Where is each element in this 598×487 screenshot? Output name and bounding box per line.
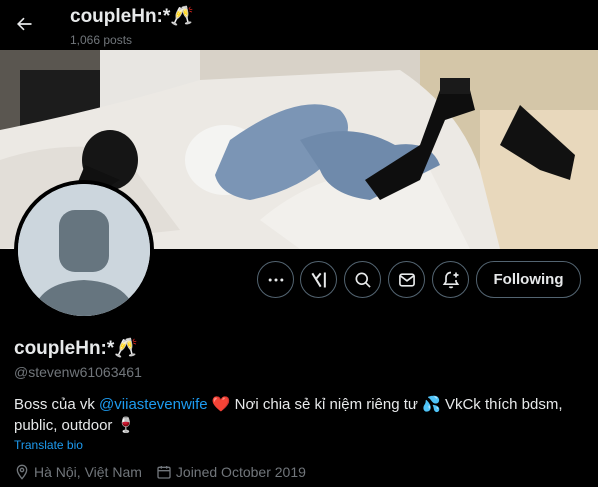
calendar-icon	[157, 466, 171, 479]
following-button[interactable]: Following	[476, 261, 581, 298]
location-item: Hà Nội, Việt Nam	[14, 464, 142, 480]
joined-text: Joined October 2019	[175, 464, 306, 480]
heart-emoji: ❤️	[211, 396, 231, 413]
profile-meta: Hà Nội, Việt Nam Joined October 2019	[14, 464, 320, 480]
search-button[interactable]	[344, 261, 381, 298]
posts-count: 1,066 posts	[70, 33, 133, 47]
location-text: Hà Nội, Việt Nam	[34, 464, 142, 480]
arrow-left-icon	[17, 17, 32, 31]
message-button[interactable]	[388, 261, 425, 298]
notification-add-icon	[442, 271, 459, 288]
translate-bio-link[interactable]: Translate bio	[14, 438, 83, 452]
location-pin-icon	[16, 464, 28, 480]
user-handle: @stevenw61063461	[14, 364, 142, 380]
message-icon	[398, 272, 415, 287]
grok-button[interactable]	[300, 261, 337, 298]
bio-mention-link[interactable]: @viiastevenwife	[99, 396, 208, 413]
top-bar: coupleHn:*🥂 1,066 posts	[0, 0, 598, 50]
profile-bio: Boss của vk @viiastevenwife ❤️ Nơi chia …	[14, 394, 584, 436]
search-icon	[355, 272, 371, 288]
bio-text-before: Boss của vk	[14, 396, 100, 413]
display-name: coupleHn:*🥂	[14, 338, 138, 359]
back-button[interactable]	[8, 8, 40, 40]
notifications-button[interactable]	[432, 261, 469, 298]
profile-actions: Following	[0, 261, 598, 298]
page-title: coupleHn:*🥂	[70, 6, 194, 27]
more-icon	[268, 278, 283, 281]
grok-icon	[310, 272, 326, 287]
joined-item: Joined October 2019	[156, 464, 306, 480]
more-button[interactable]	[257, 261, 294, 298]
profile-avatar[interactable]	[14, 180, 154, 320]
